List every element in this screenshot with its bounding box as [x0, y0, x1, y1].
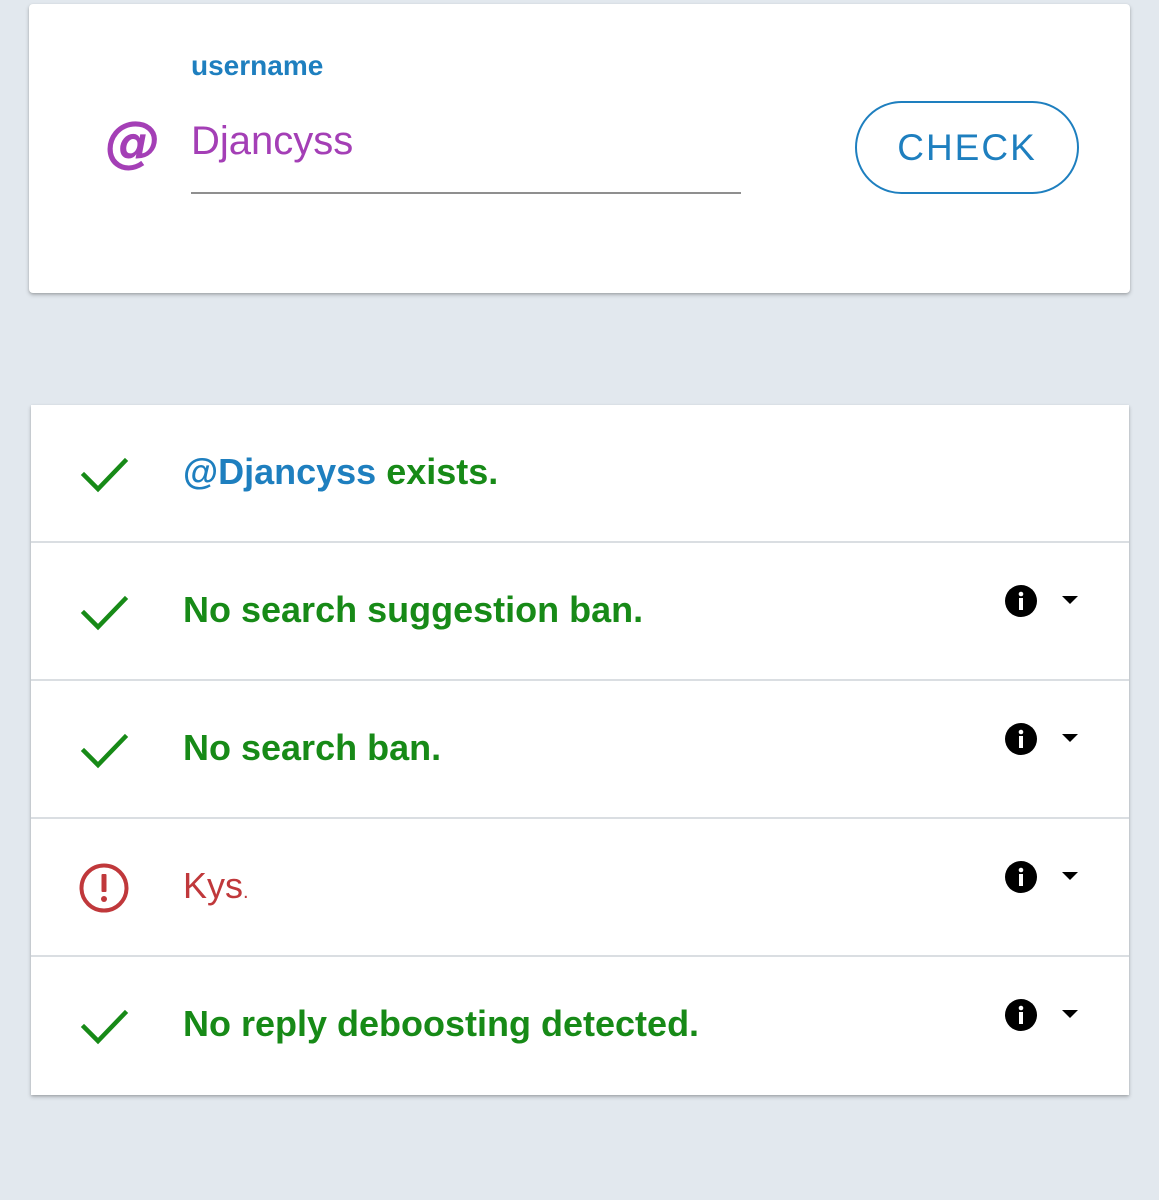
result-row-reply-deboosting[interactable]: No reply deboosting detected. [31, 957, 1129, 1095]
info-icon[interactable] [1005, 585, 1037, 617]
result-row-search-ban[interactable]: No search ban. [31, 681, 1129, 819]
result-row-exists: @Djancyss exists. [31, 405, 1129, 543]
username-label: username [191, 50, 324, 81]
info-icon[interactable] [1005, 723, 1037, 755]
warning-text: Kys [183, 865, 244, 906]
result-message: Kys. [183, 865, 249, 913]
warning-text-suffix: . [243, 881, 249, 903]
result-row-warning[interactable]: Kys. [31, 819, 1129, 957]
username-input[interactable] [191, 110, 741, 172]
caret-down-icon[interactable] [1061, 732, 1079, 744]
checkmark-icon [79, 725, 129, 775]
result-username: @Djancyss [183, 451, 377, 492]
row-actions [1005, 723, 1085, 759]
at-sign-icon: @ [105, 110, 161, 175]
checkmark-icon [79, 587, 129, 637]
row-actions [1005, 585, 1085, 621]
checkmark-icon [79, 1001, 129, 1051]
checkmark-icon [79, 449, 129, 499]
username-card: @ username CHECK [29, 4, 1130, 293]
result-text: @Djancyss exists. [183, 451, 498, 493]
result-message: No search ban. [183, 727, 442, 768]
input-underline [191, 192, 741, 194]
alert-circle-icon [79, 863, 129, 913]
result-message: No search suggestion ban. [183, 589, 644, 630]
row-actions [1005, 999, 1085, 1035]
result-message: No reply deboosting detected. [183, 1003, 700, 1044]
info-icon[interactable] [1005, 861, 1037, 893]
info-icon[interactable] [1005, 999, 1037, 1031]
result-row-search-suggestion-ban[interactable]: No search suggestion ban. [31, 543, 1129, 681]
caret-down-icon[interactable] [1061, 1008, 1079, 1020]
caret-down-icon[interactable] [1061, 594, 1079, 606]
results-list: @Djancyss exists. No search suggestion b… [31, 405, 1129, 1095]
row-actions [1005, 861, 1085, 897]
check-button[interactable]: CHECK [855, 101, 1079, 194]
caret-down-icon[interactable] [1061, 870, 1079, 882]
result-message: exists. [376, 451, 499, 492]
